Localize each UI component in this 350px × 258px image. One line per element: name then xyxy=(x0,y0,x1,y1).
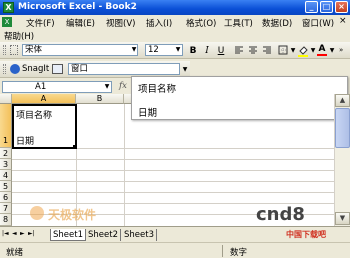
row-header-8[interactable]: 8 xyxy=(0,214,12,226)
menu-help[interactable]: 帮助(H) xyxy=(4,30,34,42)
align-right-icon[interactable] xyxy=(261,45,273,57)
fill-color-icon[interactable] xyxy=(297,45,309,57)
watermark-right: cnd8 xyxy=(256,204,305,225)
font-color-button[interactable]: A xyxy=(316,43,328,56)
menu-edit[interactable]: 编辑(E) xyxy=(66,17,95,29)
document-close-icon[interactable]: × xyxy=(339,16,347,26)
font-color-dropdown-icon[interactable]: ▼ xyxy=(328,46,336,56)
row-header-4[interactable]: 4 xyxy=(0,170,12,181)
menu-format[interactable]: 格式(O) xyxy=(186,17,216,29)
grid-line xyxy=(124,104,125,226)
select-all-corner[interactable] xyxy=(0,94,12,104)
menu-bar-row2: 帮助(H) xyxy=(0,29,350,42)
menu-window[interactable]: 窗口(W) xyxy=(302,17,334,29)
snagit-logo-icon xyxy=(10,64,20,74)
autocomplete-item-2[interactable]: 日期 xyxy=(138,105,157,119)
status-bar: 就绪 数字 xyxy=(0,242,350,258)
document-icon[interactable]: X xyxy=(2,17,12,27)
next-sheet-icon[interactable]: ► xyxy=(20,230,25,237)
capture-mode-value: 窗口 xyxy=(71,64,89,74)
status-ready: 就绪 xyxy=(6,248,24,258)
underline-button[interactable]: U xyxy=(215,45,227,57)
sheet-tab-bar: |◄ ◄ ► ►| Sheet1 Sheet2 Sheet3 中国下载吧 xyxy=(0,226,350,242)
column-header-b[interactable]: B xyxy=(76,94,124,104)
menu-insert[interactable]: 插入(I) xyxy=(146,17,172,29)
insert-function-fx[interactable]: fx xyxy=(119,81,127,91)
formatting-toolbar: 宋体 ▼ 12 ▼ B I U ▼ ▼ A ▼ » xyxy=(0,42,350,59)
borders-icon[interactable] xyxy=(277,45,289,57)
tab-sheet2[interactable]: Sheet2 xyxy=(86,229,121,241)
watermark-left: 天极软件 xyxy=(48,208,97,222)
status-divider xyxy=(222,245,223,257)
first-sheet-icon[interactable]: |◄ xyxy=(2,230,9,237)
close-button[interactable]: × xyxy=(335,1,348,13)
menu-data[interactable]: 数据(D) xyxy=(262,17,292,29)
name-box[interactable]: A1 xyxy=(2,81,112,93)
row-header-6[interactable]: 6 xyxy=(0,192,12,203)
font-size-value: 12 xyxy=(148,45,159,55)
tab-sheet1[interactable]: Sheet1 xyxy=(50,229,86,241)
menu-view[interactable]: 视图(V) xyxy=(106,17,135,29)
toolbar-overflow-icon[interactable]: » xyxy=(339,46,343,54)
menu-tools[interactable]: 工具(T) xyxy=(224,17,253,29)
grid-line xyxy=(12,181,334,182)
column-header-a[interactable]: A xyxy=(12,94,76,104)
window-title: Microsoft Excel - Book2 xyxy=(18,2,137,12)
snagit-button[interactable]: SnagIt xyxy=(22,64,49,74)
font-name-dropdown-icon[interactable]: ▼ xyxy=(130,45,138,55)
row-header-5[interactable]: 5 xyxy=(0,181,12,192)
scroll-thumb[interactable] xyxy=(335,108,350,148)
prev-sheet-icon[interactable]: ◄ xyxy=(12,230,17,237)
watermark-logo-icon xyxy=(30,206,44,220)
cell-a1-line1: 项目名称 xyxy=(16,111,53,121)
vertical-scrollbar[interactable]: ▲ ▼ xyxy=(334,94,350,226)
font-size-dropdown-icon[interactable]: ▼ xyxy=(174,45,182,55)
bold-button[interactable]: B xyxy=(187,45,199,57)
align-center-icon[interactable] xyxy=(247,45,259,57)
capture-mode-dropdown-icon[interactable]: ▼ xyxy=(181,65,189,75)
font-color-label: A xyxy=(318,44,326,54)
excel-app-icon[interactable]: X xyxy=(3,2,14,13)
font-name-value: 宋体 xyxy=(25,45,43,55)
minimize-button[interactable]: _ xyxy=(305,1,318,13)
autocomplete-item-1[interactable]: 项目名称 xyxy=(138,81,176,95)
italic-button[interactable]: I xyxy=(201,45,213,57)
maximize-button[interactable]: □ xyxy=(320,1,333,13)
watermark-right-sub: 中国下载吧 xyxy=(286,230,326,239)
autocomplete-list: 项目名称 日期 xyxy=(131,76,348,120)
row-header-7[interactable]: 7 xyxy=(0,203,12,214)
grid-line xyxy=(12,192,334,193)
toolbar-options-icon[interactable] xyxy=(10,45,18,55)
last-sheet-icon[interactable]: ►| xyxy=(28,230,35,237)
grid-line xyxy=(12,159,334,160)
grid-line xyxy=(12,170,334,171)
toolbar-grip[interactable] xyxy=(3,64,6,74)
row-header-1[interactable]: 1 xyxy=(0,104,12,148)
font-color-swatch xyxy=(317,54,327,56)
row-header-3[interactable]: 3 xyxy=(0,159,12,170)
tab-sheet3[interactable]: Sheet3 xyxy=(122,229,157,241)
font-name-combo[interactable]: 宋体 xyxy=(22,44,138,56)
menu-file[interactable]: 文件(F) xyxy=(26,17,55,29)
row-header-2[interactable]: 2 xyxy=(0,148,12,159)
scroll-up-button[interactable]: ▲ xyxy=(335,94,350,107)
capture-mode-combo[interactable]: 窗口 xyxy=(68,63,180,75)
fill-handle[interactable] xyxy=(73,145,77,149)
cell-a1-line2: 日期 xyxy=(16,137,35,147)
capture-window-icon[interactable] xyxy=(52,64,63,74)
toolbar-grip[interactable] xyxy=(3,45,6,55)
title-bar: X Microsoft Excel - Book2 _ □ × xyxy=(0,0,350,15)
status-num-mode: 数字 xyxy=(230,248,248,258)
name-box-dropdown-icon[interactable]: ▼ xyxy=(103,82,111,92)
cell-a1-active[interactable]: 项目名称 日期 xyxy=(12,104,77,149)
name-box-value: A1 xyxy=(35,82,47,92)
align-left-icon[interactable] xyxy=(233,45,245,57)
menu-bar: X 文件(F) 编辑(E) 视图(V) 插入(I) 格式(O) 工具(T) 数据… xyxy=(0,15,350,29)
borders-dropdown-icon[interactable]: ▼ xyxy=(289,46,297,56)
scroll-down-button[interactable]: ▼ xyxy=(335,212,350,225)
